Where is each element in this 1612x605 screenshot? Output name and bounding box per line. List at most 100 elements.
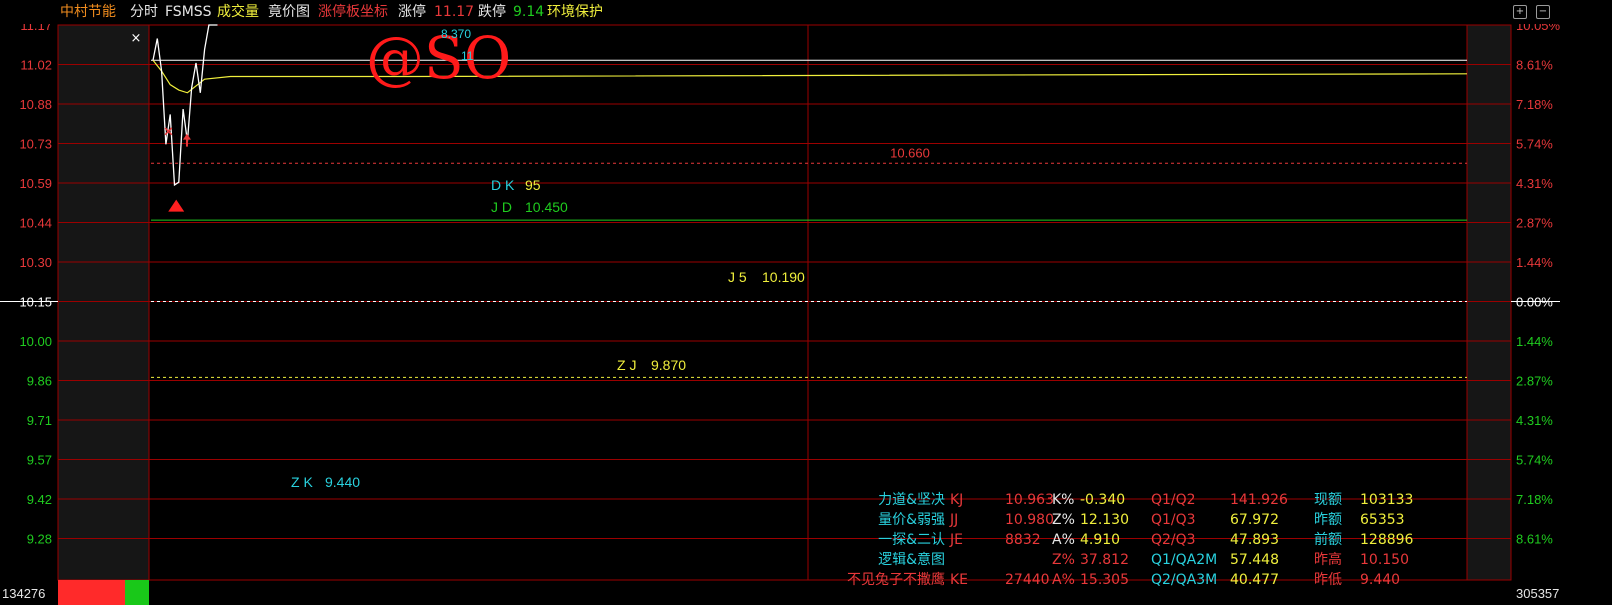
y-tick-label-left: 10.59 bbox=[19, 176, 52, 191]
y-tick-label-left: 10.30 bbox=[19, 255, 52, 270]
limit-coord-label[interactable]: 涨停板坐标 bbox=[318, 0, 388, 24]
info-k1: JE bbox=[950, 532, 963, 548]
watermark: @SO bbox=[366, 24, 511, 92]
y-tick-label-right: 7.18% bbox=[1516, 97, 1553, 112]
info-v1: 8832 bbox=[1005, 532, 1041, 548]
volume-right-label: 305357 bbox=[1516, 586, 1559, 601]
y-tick-label-left: 9.28 bbox=[27, 532, 52, 547]
info-v4: 103133 bbox=[1360, 492, 1414, 508]
level-line-label: 10.660 bbox=[890, 145, 930, 160]
info-label: 量价&弱强 bbox=[878, 512, 945, 528]
top-readout-value: 11 bbox=[461, 49, 474, 63]
info-row: 量价&弱强 JJ 10.980 Z% 12.130 Q1/Q3 67.972 昨额 65353 bbox=[855, 510, 1475, 531]
top-readout-value: 8.370 bbox=[441, 27, 471, 41]
y-tick-label-left: 9.71 bbox=[27, 413, 52, 428]
y-tick-label-left: 9.42 bbox=[27, 492, 52, 507]
collapse-icon[interactable]: − bbox=[1536, 5, 1550, 19]
info-k3: Q2/QA3M bbox=[1151, 572, 1218, 588]
info-k4: 前额 bbox=[1314, 532, 1342, 548]
sell-marker-icon: × bbox=[163, 125, 174, 140]
y-tick-label-left: 9.57 bbox=[27, 453, 52, 468]
indicator-label-zk: Z K bbox=[291, 474, 313, 490]
info-v2: 15.305 bbox=[1080, 572, 1129, 588]
y-tick-label-right: 1.44% bbox=[1516, 255, 1553, 270]
info-v3: 57.448 bbox=[1230, 552, 1279, 568]
indicator-label-jd: J D bbox=[491, 199, 512, 215]
y-tick-label-left: 9.86 bbox=[27, 374, 52, 389]
info-k2: A% bbox=[1052, 572, 1075, 588]
info-k3: Q2/Q3 bbox=[1151, 532, 1196, 548]
y-tick-label-left: 10.44 bbox=[19, 216, 52, 231]
info-v4: 65353 bbox=[1360, 512, 1405, 528]
info-label: 不见兔子不撒鹰 bbox=[847, 572, 945, 588]
info-v4: 9.440 bbox=[1360, 572, 1401, 588]
info-k1: KE bbox=[950, 572, 969, 588]
close-icon: × bbox=[131, 31, 142, 46]
auction-label[interactable]: 竟价图 bbox=[268, 0, 310, 24]
info-v1: 10.963 bbox=[1005, 492, 1054, 508]
expand-icon[interactable]: + bbox=[1513, 5, 1527, 19]
limit-down-value: 9.14 bbox=[513, 4, 545, 20]
info-v3: 141.926 bbox=[1230, 492, 1288, 508]
info-k4: 现额 bbox=[1314, 492, 1342, 508]
info-k2: K% bbox=[1052, 492, 1075, 508]
volume-strip-green bbox=[125, 580, 149, 605]
info-v3: 40.477 bbox=[1230, 572, 1279, 588]
info-k3: Q1/Q3 bbox=[1151, 512, 1196, 528]
indicator-label-j5: J 5 bbox=[728, 269, 747, 285]
indicator-value-zj: 9.870 bbox=[651, 357, 686, 373]
info-v2: 37.812 bbox=[1080, 552, 1129, 568]
info-k2: A% bbox=[1052, 532, 1075, 548]
y-tick-label-right: 7.18% bbox=[1516, 492, 1553, 507]
info-v3: 67.972 bbox=[1230, 512, 1279, 528]
y-tick-label-left: 10.88 bbox=[19, 97, 52, 112]
title-bar: 中村节能 分时 FSMSS 成交量 竟价图 涨停板坐标 涨停 11.17 跌停 … bbox=[0, 0, 1560, 24]
y-tick-label-left: 10.00 bbox=[19, 334, 52, 349]
mode-label[interactable]: 分时 bbox=[130, 0, 158, 24]
y-tick-label-right: 1.44% bbox=[1516, 334, 1553, 349]
info-row: 逻辑&意图 Z% 37.812 Q1/QA2M 57.448 昨高 10.150 bbox=[855, 550, 1475, 571]
pre-market-band bbox=[58, 25, 149, 580]
limit-up-label: 涨停 bbox=[398, 4, 426, 20]
average-price-line bbox=[152, 59, 1468, 94]
info-k4: 昨低 bbox=[1314, 572, 1342, 588]
info-label: 一探&二认 bbox=[878, 532, 945, 548]
info-v1: 27440 bbox=[1005, 572, 1050, 588]
info-v2: 4.910 bbox=[1080, 532, 1121, 548]
info-k2: Z% bbox=[1052, 512, 1075, 528]
info-v3: 47.893 bbox=[1230, 532, 1279, 548]
info-v2: -0.340 bbox=[1080, 492, 1126, 508]
info-k3: Q1/Q2 bbox=[1151, 492, 1196, 508]
indicator-label-dk: D K bbox=[491, 177, 515, 193]
y-tick-label-right: 5.74% bbox=[1516, 137, 1553, 152]
indicator-label[interactable]: FSMSS bbox=[165, 0, 212, 24]
volume-left-label: 134276 bbox=[2, 586, 45, 601]
limit-down-label: 跌停 bbox=[478, 4, 506, 20]
info-v2: 12.130 bbox=[1080, 512, 1129, 528]
buy-arrow-icon bbox=[182, 133, 191, 147]
price-line bbox=[152, 24, 218, 187]
y-tick-label-right: 8.61% bbox=[1516, 532, 1553, 547]
limit-up-value: 11.17 bbox=[434, 4, 475, 20]
indicator-value-jd: 10.450 bbox=[525, 199, 568, 215]
info-row: 一探&二认 JE 8832 A% 4.910 Q2/Q3 47.893 前额 128896 bbox=[855, 530, 1475, 551]
stock-name[interactable]: 中村节能 bbox=[60, 0, 116, 24]
low-point-icon bbox=[168, 199, 185, 212]
info-k4: 昨高 bbox=[1314, 552, 1342, 568]
y-tick-label-right: 5.74% bbox=[1516, 453, 1553, 468]
info-row: 不见兔子不撒鹰 KE 27440 A% 15.305 Q2/QA3M 40.477 昨低 9.4… bbox=[847, 570, 1475, 591]
info-v4: 10.150 bbox=[1360, 552, 1409, 568]
info-label: 逻辑&意图 bbox=[878, 552, 945, 568]
volume-label[interactable]: 成交量 bbox=[217, 0, 259, 24]
y-tick-label-right: 2.87% bbox=[1516, 216, 1553, 231]
info-k4: 昨额 bbox=[1314, 512, 1342, 528]
indicator-label-zj: Z J bbox=[617, 357, 636, 373]
environment-label[interactable]: 环境保护 bbox=[547, 0, 603, 24]
info-v4: 128896 bbox=[1360, 532, 1414, 548]
info-k1: KJ bbox=[950, 492, 964, 508]
y-tick-label-right: 2.87% bbox=[1516, 374, 1553, 389]
info-label: 力道&坚决 bbox=[878, 492, 945, 508]
info-row: 力道&坚决 KJ 10.963 K% -0.340 Q1/Q2 141.926 现额 10313… bbox=[855, 490, 1475, 511]
info-k1: JJ bbox=[950, 512, 959, 528]
y-tick-label-right: 4.31% bbox=[1516, 176, 1553, 191]
